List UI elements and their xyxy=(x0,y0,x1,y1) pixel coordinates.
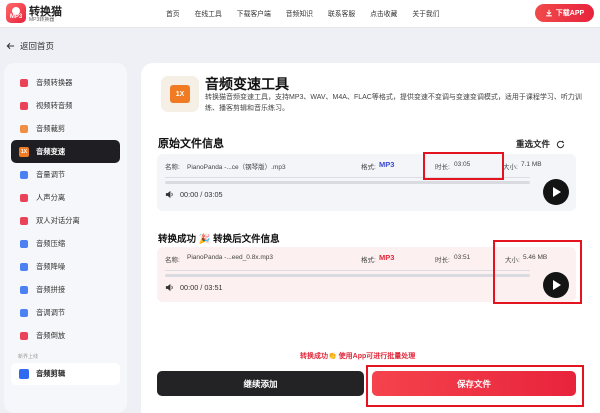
sidebar-item-audio-speed[interactable]: 1X 音频变速 xyxy=(11,140,120,163)
sidebar-item-label: 人声分离 xyxy=(36,192,66,202)
pitch-icon xyxy=(19,308,29,318)
save-file-button[interactable]: 保存文件 xyxy=(372,371,576,396)
sidebar-item-reverse[interactable]: 音频倒放 xyxy=(11,324,120,347)
original-progress-bar[interactable] xyxy=(165,181,530,184)
sidebar-item-label: 音频降噪 xyxy=(36,261,66,271)
sidebar-item-denoise[interactable]: 音频降噪 xyxy=(11,255,120,278)
converted-file-name: PianoPanda -...eed_0.8x.mp3 xyxy=(187,254,274,261)
original-section-title: 原始文件信息 xyxy=(158,138,224,150)
download-app-button[interactable]: 下载APP xyxy=(535,4,594,22)
video-to-audio-icon xyxy=(19,101,29,111)
converted-progress-bar[interactable] xyxy=(165,274,530,277)
converted-time-display: 00:00 / 03:51 xyxy=(180,283,223,292)
dialog-split-icon xyxy=(19,216,29,226)
sidebar-item-label: 音频拼接 xyxy=(36,284,66,294)
speed-tool-icon: 1X xyxy=(161,76,199,112)
sidebar-item-label: 音频转换器 xyxy=(36,77,73,87)
sidebar-item-label: 音频变速 xyxy=(36,146,66,156)
sidebar-item-label: 音量调节 xyxy=(36,169,66,179)
play-icon xyxy=(553,187,561,197)
divider xyxy=(165,270,530,271)
tool-description: 转换猫音频变速工具，支持MP3、WAV、M4A、FLAC等格式，提供变速不变调与… xyxy=(205,94,582,112)
size-label: 大小: xyxy=(503,164,518,171)
continue-add-button[interactable]: 继续添加 xyxy=(157,371,364,396)
sidebar-item-dialog-split[interactable]: 双人对话分离 xyxy=(11,209,120,232)
size-highlight-box xyxy=(493,240,582,304)
reselect-label: 重选文件 xyxy=(516,139,551,149)
original-size: 7.1 MB xyxy=(521,161,542,168)
sidebar-item-audio-cut[interactable]: 音频裁剪 xyxy=(11,117,120,140)
nav-item-home[interactable]: 首页 xyxy=(166,8,180,18)
sidebar-item-label: 双人对话分离 xyxy=(36,215,80,225)
sidebar-item-video-to-audio[interactable]: 视频转音频 xyxy=(11,94,120,117)
arrow-left-icon xyxy=(6,42,15,50)
speaker-icon[interactable] xyxy=(165,283,174,292)
name-label: 名称: xyxy=(165,164,180,171)
sidebar-item-pitch[interactable]: 音调调节 xyxy=(11,301,120,324)
nav-item-about[interactable]: 关于我们 xyxy=(412,8,439,18)
nav-item-contact[interactable]: 联系客服 xyxy=(328,8,355,18)
sidebar-item-volume[interactable]: 音量调节 xyxy=(11,163,120,186)
logo-icon[interactable]: MP3 xyxy=(6,3,26,23)
sidebar-item-label: 音频压缩 xyxy=(36,238,66,248)
refresh-icon xyxy=(556,140,565,148)
nav-item-favorite[interactable]: 点击收藏 xyxy=(370,8,397,18)
brand-subtitle: MP3转换器 xyxy=(29,17,55,23)
back-label: 返回首页 xyxy=(20,41,55,51)
download-icon xyxy=(545,9,552,17)
converted-duration: 03:51 xyxy=(454,254,471,261)
original-play-button[interactable] xyxy=(543,179,569,205)
reverse-icon xyxy=(19,331,29,341)
top-navbar: MP3 转换猫 MP3转换器 首页 在线工具 下载客户端 音频知识 联系客服 点… xyxy=(0,0,600,28)
sidebar-item-label: 视频转音频 xyxy=(36,100,73,110)
download-app-label: 下载APP xyxy=(555,10,585,17)
duration-highlight-box xyxy=(423,152,504,180)
audio-convert-icon xyxy=(19,78,29,88)
converted-section-title: 转换成功 🎉 转换后文件信息 xyxy=(158,234,280,245)
name-label: 名称: xyxy=(165,257,180,264)
sidebar-item-vocal-split[interactable]: 人声分离 xyxy=(11,186,120,209)
format-label: 格式: xyxy=(361,257,376,264)
sidebar-item-label: 音频裁剪 xyxy=(36,123,66,133)
sidebar-item-audio-join[interactable]: 音频拼接 xyxy=(11,278,120,301)
original-file-name: PianoPanda -...ce（钢琴版）.mp3 xyxy=(187,164,286,171)
vocal-split-icon xyxy=(19,193,29,203)
audio-speed-icon: 1X xyxy=(19,146,29,157)
nav-item-audio-knowledge[interactable]: 音频知识 xyxy=(286,8,313,18)
tool-sidebar: 音频转换器 视频转音频 音频裁剪 1X 音频变速 音量调节 人声分离 双人对话分离 音频压缩 音频… xyxy=(4,63,127,413)
sidebar-item-label: 音调调节 xyxy=(36,307,66,317)
sidebar-item-audio-compress[interactable]: 音频压缩 xyxy=(11,232,120,255)
logo-text: MP3 xyxy=(9,14,23,20)
page-title: 音频变速工具 xyxy=(205,76,289,92)
back-link[interactable]: 返回首页 xyxy=(6,40,54,52)
nav-item-online-tools[interactable]: 在线工具 xyxy=(195,8,222,18)
success-message[interactable]: 转换成功👏 使用App可进行批量处理 xyxy=(300,351,415,361)
speaker-icon[interactable] xyxy=(165,190,174,199)
sidebar-item-audio-edit[interactable]: 音频剪辑 xyxy=(11,363,120,385)
sidebar-item-audio-convert[interactable]: 音频转换器 xyxy=(11,71,120,94)
audio-cut-icon xyxy=(19,124,29,134)
original-time-display: 00:00 / 03:05 xyxy=(180,190,223,199)
audio-join-icon xyxy=(19,285,29,295)
speed-badge: 1X xyxy=(170,85,190,103)
denoise-icon xyxy=(19,262,29,272)
original-file-card: 名称: PianoPanda -...ce（钢琴版）.mp3 格式: MP3 时… xyxy=(157,154,576,211)
sidebar-item-label: 音频倒放 xyxy=(36,330,66,340)
reselect-file-button[interactable]: 重选文件 xyxy=(516,138,565,150)
main-nav: 首页 在线工具 下载客户端 音频知识 联系客服 点击收藏 关于我们 xyxy=(166,8,455,18)
new-feature-label: 新界上线 xyxy=(18,354,39,360)
audio-compress-icon xyxy=(19,239,29,249)
nav-item-download-client[interactable]: 下载客户端 xyxy=(237,8,271,18)
duration-label: 时长: xyxy=(435,257,450,264)
converted-format: MP3 xyxy=(379,253,395,262)
original-format: MP3 xyxy=(379,160,395,169)
audio-edit-icon xyxy=(19,369,29,379)
format-label: 格式: xyxy=(361,164,376,171)
volume-icon xyxy=(19,170,29,180)
sidebar-item-label: 音频剪辑 xyxy=(36,369,66,378)
